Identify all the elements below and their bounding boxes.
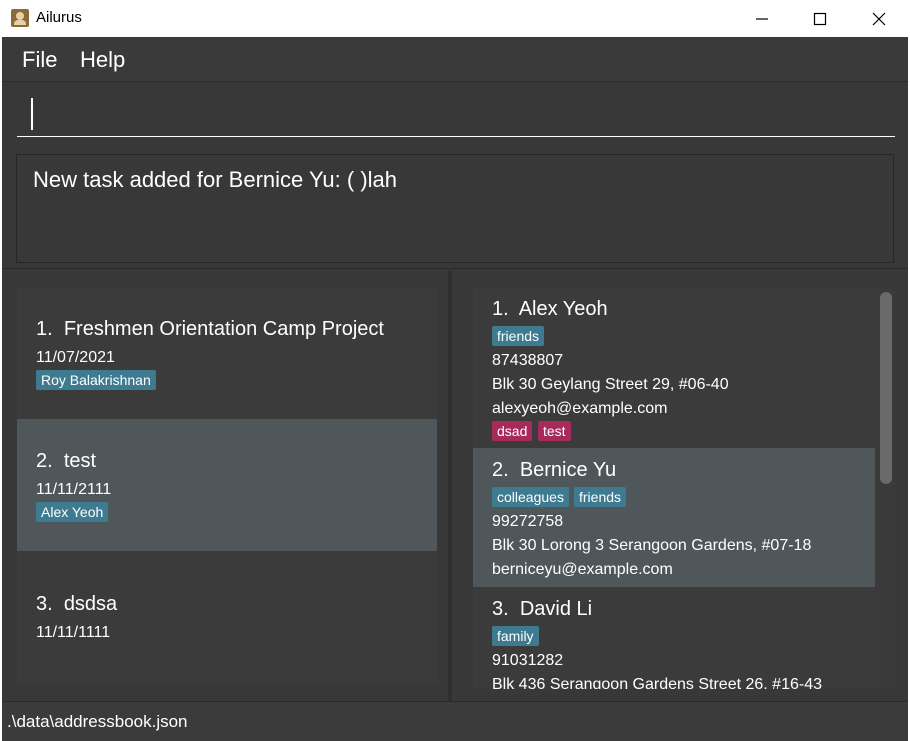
task-tag: test	[538, 421, 571, 441]
main-split-pane: 1. Freshmen Orientation Camp Project 11/…	[2, 268, 908, 701]
menu-bar: File Help	[2, 37, 908, 82]
person-address: Blk 30 Geylang Street 29, #06-40	[492, 376, 729, 393]
menu-file[interactable]: File	[22, 47, 57, 73]
maximize-icon	[813, 12, 827, 25]
person-tag: friends	[492, 326, 545, 346]
task-card[interactable]: 2. test 11/11/2111 Alex Yeoh	[17, 419, 437, 551]
close-icon	[872, 12, 886, 25]
close-button[interactable]	[850, 0, 908, 37]
text-caret	[31, 98, 33, 130]
task-title: 2. test	[36, 450, 97, 472]
status-bar: .\data\addressbook.json	[2, 701, 908, 741]
person-address: Blk 30 Lorong 3 Serangoon Gardens, #07-1…	[492, 537, 812, 554]
person-card[interactable]: 3. David Li family 91031282 Blk 436 Sera…	[473, 587, 875, 689]
task-date: 11/11/2111	[36, 481, 112, 498]
person-phone: 99272758	[492, 513, 564, 530]
result-display: New task added for Bernice Yu: ( )lah	[16, 154, 894, 263]
person-list: 1. Alex Yeoh friends 87438807 Blk 30 Gey…	[473, 287, 895, 689]
app-window: Ailurus File Help New task added for Ber…	[2, 0, 908, 741]
task-title: 1. Freshmen Orientation Camp Project	[36, 318, 384, 340]
task-tag: dsad	[492, 421, 533, 441]
person-name: 2. Bernice Yu	[492, 459, 617, 481]
command-input[interactable]	[17, 91, 895, 137]
person-phone: 87438807	[492, 352, 564, 369]
split-divider[interactable]	[448, 271, 452, 701]
person-email: berniceyu@example.com	[492, 561, 673, 578]
person-name: 3. David Li	[492, 598, 593, 620]
task-card[interactable]: 1. Freshmen Orientation Camp Project 11/…	[17, 287, 437, 419]
title-bar: Ailurus	[2, 0, 908, 37]
person-address: Blk 436 Serangoon Gardens Street 26, #16…	[492, 676, 822, 689]
task-date: 11/07/2021	[36, 349, 115, 366]
person-list-scrollbar[interactable]	[877, 287, 895, 689]
window-title: Ailurus	[36, 9, 82, 26]
task-list: 1. Freshmen Orientation Camp Project 11/…	[17, 287, 437, 683]
maximize-button[interactable]	[791, 0, 849, 37]
person-email: alexyeoh@example.com	[492, 400, 668, 417]
person-tag: colleagues	[492, 487, 569, 507]
task-card[interactable]: 3. dsdsa 11/11/1111	[17, 551, 437, 683]
person-card[interactable]: 1. Alex Yeoh friends 87438807 Blk 30 Gey…	[473, 287, 875, 448]
menu-help[interactable]: Help	[80, 47, 125, 73]
person-card[interactable]: 2. Bernice Yu colleagues friends 9927275…	[473, 448, 875, 587]
save-file-path: .\data\addressbook.json	[7, 712, 188, 731]
command-box	[2, 82, 908, 146]
person-tag: friends	[574, 487, 627, 507]
member-tag: Alex Yeoh	[36, 502, 109, 522]
scrollbar-thumb[interactable]	[880, 292, 892, 484]
task-title: 3. dsdsa	[36, 593, 118, 615]
person-tag: family	[492, 626, 539, 646]
person-name: 1. Alex Yeoh	[492, 298, 608, 320]
result-message: New task added for Bernice Yu: ( )lah	[33, 167, 398, 192]
person-phone: 91031282	[492, 652, 564, 669]
task-date: 11/11/1111	[36, 624, 111, 641]
minimize-button[interactable]	[733, 0, 791, 37]
minimize-icon	[756, 17, 768, 20]
app-icon	[11, 9, 29, 27]
member-tag: Roy Balakrishnan	[36, 370, 156, 390]
